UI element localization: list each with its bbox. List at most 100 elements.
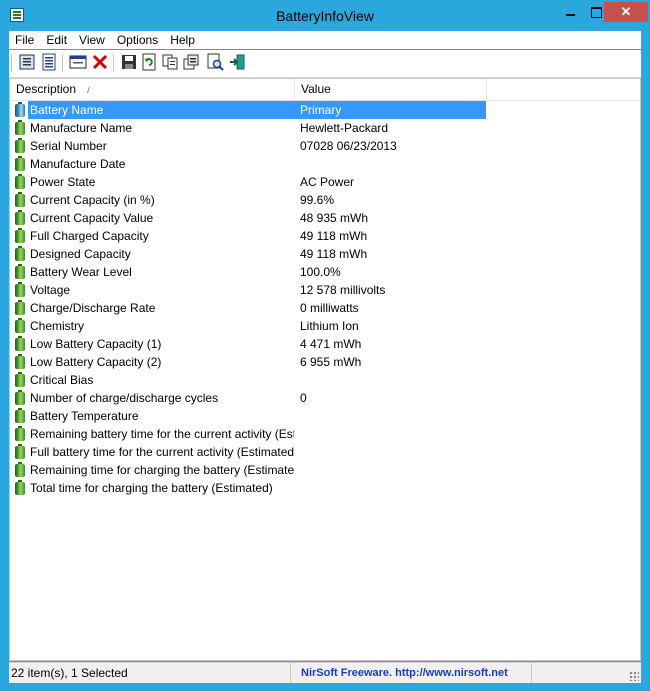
table-row[interactable]: Low Battery Capacity (1) 4 471 mWh — [10, 335, 640, 353]
list-rows: Battery Name Primary Manufacture Name Hewle… — [10, 101, 640, 497]
toolbar — [9, 50, 641, 78]
battery-icon — [15, 390, 25, 405]
options-button[interactable] — [182, 53, 200, 71]
status-bar: 22 item(s), 1 Selected NirSoft Freeware.… — [9, 662, 641, 683]
table-row[interactable]: Remaining time for charging the battery … — [10, 461, 640, 479]
battery-icon — [15, 444, 25, 459]
row-description: Full Charged Capacity — [30, 229, 149, 243]
table-row[interactable]: Remaining battery time for the current a… — [10, 425, 640, 443]
toolbar-separator — [62, 54, 63, 72]
row-description: Designed Capacity — [30, 247, 131, 261]
table-row[interactable]: Battery Temperature — [10, 407, 640, 425]
battery-icon — [15, 120, 25, 135]
title-bar[interactable]: BatteryInfoView ✕ — [1, 1, 649, 31]
menu-help[interactable]: Help — [164, 31, 201, 49]
battery-icon — [15, 210, 25, 225]
row-description: Chemistry — [30, 319, 85, 333]
sort-arrow-icon — [86, 87, 94, 93]
table-row[interactable]: Low Battery Capacity (2) 6 955 mWh — [10, 353, 640, 371]
properties-button[interactable] — [18, 53, 36, 71]
table-row[interactable]: Full Charged Capacity 49 118 mWh — [10, 227, 640, 245]
row-description: Battery Name — [28, 101, 296, 119]
save-icon — [122, 55, 136, 69]
table-row[interactable]: Voltage 12 578 millivolts — [10, 281, 640, 299]
battery-icon — [15, 138, 25, 153]
status-panel — [531, 663, 640, 683]
row-value: Hewlett-Packard — [300, 121, 389, 135]
table-row[interactable]: Chemistry Lithium Ion — [10, 317, 640, 335]
refresh-button[interactable] — [140, 53, 158, 71]
table-row[interactable]: Total time for charging the battery (Est… — [10, 479, 640, 497]
battery-icon — [15, 318, 25, 333]
battery-icon — [15, 354, 25, 369]
row-description: Low Battery Capacity (1) — [30, 337, 162, 351]
exit-button[interactable] — [228, 53, 246, 71]
row-value: 07028 06/23/2013 — [300, 139, 397, 153]
row-description: Critical Bias — [30, 373, 94, 387]
delete-button[interactable] — [91, 53, 109, 71]
resize-grip-icon[interactable] — [629, 671, 639, 681]
menu-bar: File Edit View Options Help — [9, 31, 641, 49]
battery-icon — [15, 300, 25, 315]
table-row[interactable]: Designed Capacity 49 118 mWh — [10, 245, 640, 263]
minimize-button[interactable] — [557, 2, 583, 22]
row-description: Remaining battery time for the current a… — [30, 427, 294, 441]
table-row[interactable]: Full battery time for the current activi… — [10, 443, 640, 461]
column-header-description-label: Description — [16, 82, 77, 96]
battery-icon — [15, 462, 25, 477]
html-report-button[interactable] — [69, 53, 87, 71]
table-row[interactable]: Manufacture Date — [10, 155, 640, 173]
status-credit-link[interactable]: NirSoft Freeware. http://www.nirsoft.net — [301, 663, 531, 683]
row-description: Number of charge/discharge cycles — [30, 391, 219, 405]
list-view-icon — [42, 53, 56, 71]
table-row[interactable]: Current Capacity Value 48 935 mWh — [10, 209, 640, 227]
column-header-value[interactable]: Value — [295, 79, 487, 100]
column-header-description[interactable]: Description — [10, 79, 295, 100]
row-value: 0 milliwatts — [300, 301, 359, 315]
row-description: Low Battery Capacity (2) — [30, 355, 162, 369]
exit-icon — [230, 54, 245, 70]
table-row[interactable]: Power State AC Power — [10, 173, 640, 191]
column-header-value-label: Value — [301, 82, 331, 96]
copy-icon — [162, 54, 178, 70]
window-icon — [69, 55, 87, 69]
battery-icon — [15, 192, 25, 207]
row-description: Charge/Discharge Rate — [30, 301, 156, 315]
table-row[interactable]: Charge/Discharge Rate 0 milliwatts — [10, 299, 640, 317]
menu-file[interactable]: File — [9, 31, 40, 49]
save-button[interactable] — [120, 53, 138, 71]
battery-info-list[interactable]: Description Value Battery Name Primary Man… — [9, 78, 641, 661]
properties-icon — [19, 54, 35, 70]
refresh-icon — [142, 53, 156, 71]
close-button[interactable]: ✕ — [604, 2, 648, 22]
table-row[interactable]: Manufacture Name Hewlett-Packard — [10, 119, 640, 137]
list-view-button[interactable] — [40, 53, 58, 71]
battery-icon — [15, 102, 25, 117]
table-row[interactable]: Battery Wear Level 100.0% — [10, 263, 640, 281]
table-row[interactable]: Current Capacity (in %) 99.6% — [10, 191, 640, 209]
table-row[interactable]: Number of charge/discharge cycles 0 — [10, 389, 640, 407]
toolbar-separator — [11, 54, 12, 72]
window-title: BatteryInfoView — [276, 8, 374, 24]
options-icon — [183, 54, 199, 70]
menu-options[interactable]: Options — [111, 31, 164, 49]
battery-icon — [15, 426, 25, 441]
copy-button[interactable] — [161, 53, 179, 71]
menu-view[interactable]: View — [73, 31, 111, 49]
menu-edit[interactable]: Edit — [40, 31, 73, 49]
battery-icon — [15, 228, 25, 243]
find-icon — [207, 53, 224, 71]
battery-icon — [15, 174, 25, 189]
table-row[interactable]: Critical Bias — [10, 371, 640, 389]
find-button[interactable] — [206, 53, 224, 71]
row-value: 12 578 millivolts — [300, 283, 386, 297]
table-row[interactable]: Battery Name Primary — [10, 101, 640, 119]
row-value: Lithium Ion — [300, 319, 359, 333]
table-row[interactable]: Serial Number 07028 06/23/2013 — [10, 137, 640, 155]
row-value: 49 118 mWh — [300, 247, 368, 261]
row-value: 100.0% — [300, 265, 341, 279]
battery-icon — [15, 282, 25, 297]
battery-icon — [15, 336, 25, 351]
battery-icon — [15, 372, 25, 387]
row-description: Remaining time for charging the battery … — [30, 463, 294, 477]
